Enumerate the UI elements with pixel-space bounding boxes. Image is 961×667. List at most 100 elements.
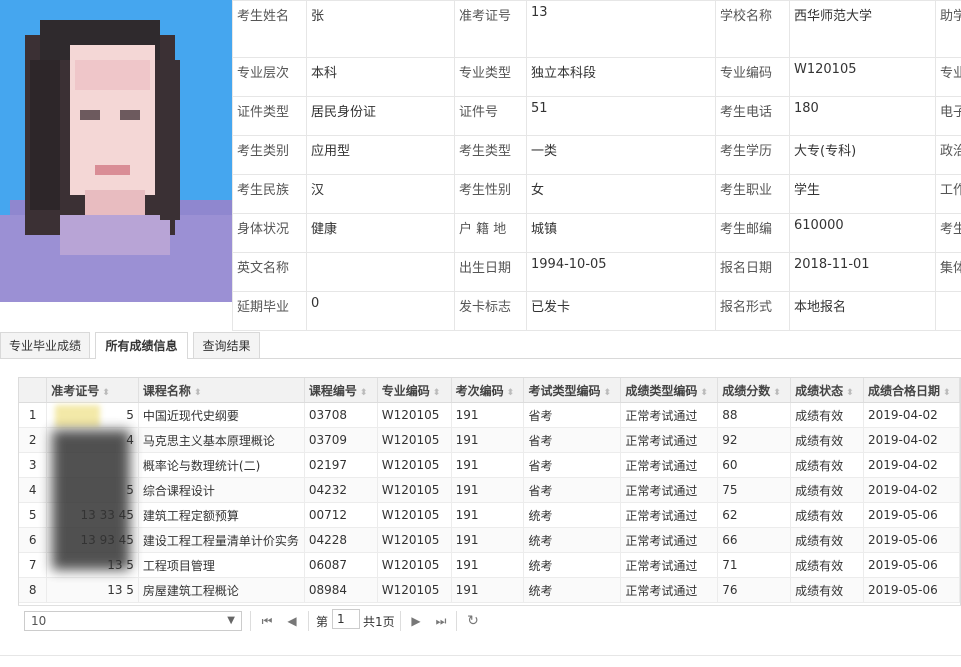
row-number: 7 [19, 552, 48, 578]
divider [0, 655, 961, 656]
table-row[interactable]: 2 4 马克思主义基本原理概论 03709 W120105 191 省考 正常考试通过 92 成绩… [19, 427, 960, 453]
table-cell: 建设工程工程量清单计价实务 [138, 527, 305, 553]
table-cell: 成绩有效 [790, 427, 864, 453]
table-row[interactable]: 613 93 45建设工程工程量清单计价实务04228W120105191统考正… [19, 527, 960, 553]
info-label: 考生性别 [454, 174, 527, 214]
table-cell: 2019-04-02 [863, 427, 960, 453]
table-cell: 成绩有效 [790, 502, 864, 528]
table-cell: 191 [451, 527, 525, 553]
info-label: 专业 [935, 57, 961, 97]
refresh-icon[interactable]: ↻ [465, 612, 481, 630]
chevron-down-icon: ▼ [227, 615, 235, 626]
table-cell: 60 [717, 452, 792, 478]
table-cell: 统考 [523, 502, 622, 528]
tab-query-results[interactable]: 查询结果 [193, 332, 260, 358]
tab-major-graduation-scores[interactable]: 专业毕业成绩 [0, 332, 90, 358]
table-cell: 成绩有效 [790, 402, 864, 428]
table-cell: 191 [451, 477, 525, 503]
row-number: 3 [19, 452, 48, 478]
table-cell: W120105 [377, 577, 452, 603]
next-page-icon[interactable]: ▶ [408, 612, 424, 630]
page-size-select[interactable]: 10 ▼ [24, 611, 242, 631]
column-header[interactable]: 成绩状态 ⬍ [790, 378, 864, 403]
table-row[interactable]: 713 5工程项目管理06087W120105191统考正常考试通过71成绩有效… [19, 552, 960, 578]
row-number-header [19, 378, 48, 403]
table-cell: 马克思主义基本原理概论 [138, 427, 305, 453]
prev-page-icon[interactable]: ◀ [284, 612, 300, 630]
table-cell: 正常考试通过 [620, 402, 719, 428]
table-cell: 正常考试通过 [620, 527, 719, 553]
pager-divider [456, 611, 457, 631]
info-row: 考生姓名张准考证号13学校名称西华师范大学助学 [232, 0, 961, 58]
table-row[interactable]: 8 13 5 房屋建筑工程概论 08984 W120105 191 统考 正常考试通过 76 成绩… [19, 577, 960, 603]
table-row[interactable]: 1 5 中国近现代史纲要 03708 W120105 191 省考 正常考试通过 88 成绩有效 2… [19, 402, 960, 428]
table-cell: 成绩有效 [790, 477, 864, 503]
table-cell: 00712 [304, 502, 378, 528]
info-value: 一类 [526, 135, 716, 175]
table-cell: 04228 [304, 527, 378, 553]
column-header-label: 准考证号 [51, 383, 100, 398]
column-header[interactable]: 课程名称 ⬍ [138, 378, 305, 403]
table-cell: 正常考试通过 [620, 577, 719, 603]
student-photo [0, 0, 232, 302]
table-cell: 92 [717, 427, 792, 453]
table-cell: W120105 [377, 402, 452, 428]
table-row[interactable]: 3 概率论与数理统计(二) 02197 W120105 191 省考 正常考试通过 60 成绩有… [19, 452, 960, 478]
row-number: 4 [19, 477, 48, 503]
info-label: 专业类型 [454, 57, 527, 97]
info-label: 发卡标志 [454, 291, 527, 331]
table-cell: 76 [717, 577, 792, 603]
table-cell: 2019-05-06 [863, 577, 960, 603]
table-row[interactable]: 513 33 45建筑工程定额预算00712W120105191统考正常考试通过… [19, 502, 960, 528]
table-cell: 概率论与数理统计(二) [138, 452, 305, 478]
table-cell: 75 [717, 477, 792, 503]
first-page-icon[interactable]: ⏮ [259, 612, 275, 630]
sort-icon: ⬍ [603, 387, 612, 398]
info-value: 大专(专科) [789, 135, 936, 175]
column-header[interactable]: 成绩分数 ⬍ [717, 378, 792, 403]
table-cell: 中国近现代史纲要 [138, 402, 305, 428]
info-value: 0 [306, 291, 455, 331]
page-number-input[interactable]: 1 [332, 609, 360, 629]
table-cell: 统考 [523, 552, 622, 578]
info-row: 身体状况健康户 籍 地城镇考生邮编610000考生 [232, 213, 961, 253]
info-label: 证件号 [454, 96, 527, 136]
column-header[interactable]: 考试类型编码 ⬍ [523, 378, 622, 403]
privacy-mask [55, 405, 100, 427]
row-number: 6 [19, 527, 48, 553]
table-cell: 191 [451, 402, 525, 428]
column-header[interactable]: 专业编码 ⬍ [377, 378, 452, 403]
column-header-label: 考次编码 [455, 383, 504, 398]
info-label: 证件类型 [232, 96, 307, 136]
sort-icon: ⬍ [193, 387, 202, 398]
column-header[interactable]: 课程编号 ⬍ [304, 378, 378, 403]
info-value: 13 [526, 0, 716, 58]
column-header[interactable]: 成绩类型编码 ⬍ [620, 378, 719, 403]
row-number: 2 [19, 427, 48, 453]
table-cell: 2019-04-02 [863, 402, 960, 428]
table-cell: 191 [451, 452, 525, 478]
info-value [306, 252, 455, 292]
table-cell: W120105 [377, 527, 452, 553]
pager-divider [308, 611, 309, 631]
table-cell: 2019-04-02 [863, 477, 960, 503]
tab-all-scores[interactable]: 所有成绩信息 [95, 332, 188, 359]
row-number: 1 [19, 402, 48, 428]
column-header[interactable]: 成绩合格日期 ⬍ [863, 378, 960, 403]
info-value: 610000 [789, 213, 936, 253]
column-header-label: 成绩分数 [722, 383, 771, 398]
table-cell: 2019-05-06 [863, 502, 960, 528]
column-header[interactable]: 考次编码 ⬍ [451, 378, 525, 403]
table-cell: W120105 [377, 477, 452, 503]
info-label: 考生电话 [715, 96, 790, 136]
table-cell: 03708 [304, 402, 378, 428]
info-value: W120105 [789, 57, 936, 97]
info-value: 1994-10-05 [526, 252, 716, 292]
column-header[interactable]: 准考证号 ⬍ [46, 378, 139, 403]
table-cell: W120105 [377, 502, 452, 528]
info-label: 考生 [935, 213, 961, 253]
last-page-icon[interactable]: ⏭ [433, 612, 449, 630]
table-row[interactable]: 4 5 综合课程设计 04232 W120105 191 省考 正常考试通过 75 成绩有效 201… [19, 477, 960, 503]
table-cell: 13 5 [46, 577, 139, 603]
table-cell: 71 [717, 552, 792, 578]
